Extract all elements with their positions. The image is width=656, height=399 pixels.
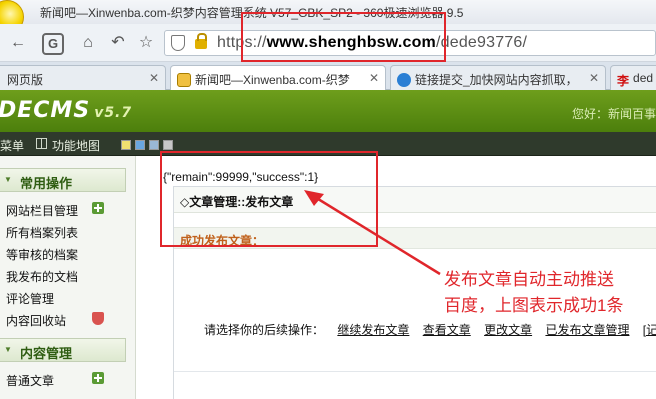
tab-link-submit[interactable]: 链接提交_加快网站内容抓取， ✕ xyxy=(390,65,606,90)
undo-icon[interactable]: ↶ xyxy=(108,33,128,53)
sidebar-item-pending-archives[interactable]: 等审核的档案 xyxy=(6,246,78,263)
sidebar-item-my-documents[interactable]: 我发布的文档 xyxy=(6,268,78,285)
sidebar: 常用操作 网站栏目管理 所有档案列表 等审核的档案 我发布的文档 评论管理 内容… xyxy=(0,156,136,399)
sidebar-item-all-archives[interactable]: 所有档案列表 xyxy=(6,224,78,241)
tab-ded[interactable]: 李 ded xyxy=(610,65,656,90)
sidebar-item-comments[interactable]: 评论管理 xyxy=(6,290,54,307)
followup-ops: 请选择你的后续操作： 继续发布文章 查看文章 更改文章 已发布文章管理 [记 xyxy=(204,321,656,338)
more-link[interactable]: [记 xyxy=(643,323,656,337)
lock-icon xyxy=(195,33,207,49)
section-label: 内容管理 xyxy=(20,346,73,361)
annotation-arrow xyxy=(304,190,441,276)
sidebar-item-normal-article[interactable]: 普通文章 xyxy=(6,372,54,389)
tab-label: 链接提交_加快网站内容抓取， xyxy=(415,73,578,87)
brand-version: v5.7 xyxy=(94,105,133,121)
shield-icon[interactable] xyxy=(92,312,104,325)
menu-toggle[interactable]: 菜单 xyxy=(0,137,24,154)
cms-header: DECMS v5.7 您好：新闻百事 xyxy=(0,90,656,132)
li-favicon-icon: 李 xyxy=(617,74,630,88)
home-icon[interactable]: ⌂ xyxy=(78,33,98,53)
sidebar-item-recycle-bin[interactable]: 内容回收站 xyxy=(6,312,66,329)
tab-label: 新闻吧—Xinwenba.com-织梦 xyxy=(195,73,350,87)
section-label: 常用操作 xyxy=(20,176,73,191)
close-icon[interactable]: ✕ xyxy=(149,71,159,85)
continue-publish-link[interactable]: 继续发布文章 xyxy=(337,323,409,337)
annotation-line-1: 发布文章自动主动推送 xyxy=(444,270,614,289)
cms-logo: DECMS v5.7 xyxy=(0,98,132,123)
url-path: /dede93776/ xyxy=(435,34,528,51)
dedecms-favicon-icon xyxy=(177,73,191,87)
add-icon[interactable] xyxy=(92,372,104,384)
tab-dedecms-admin[interactable]: 新闻吧—Xinwenba.com-织梦 ✕ xyxy=(170,65,386,90)
tab-label: 网页版 xyxy=(7,73,44,87)
security-shield-icon xyxy=(171,35,185,51)
published-articles-link[interactable]: 已发布文章管理 xyxy=(545,323,629,337)
baidu-favicon-icon xyxy=(397,73,411,87)
url-highlight-box xyxy=(241,12,446,62)
tab-strip: 网页版 ✕ 新闻吧—Xinwenba.com-织梦 ✕ 链接提交_加快网站内容抓… xyxy=(0,62,656,90)
skin-swatch-blue[interactable] xyxy=(135,140,145,150)
add-icon[interactable] xyxy=(92,202,104,214)
sidebar-section-common[interactable]: 常用操作 xyxy=(0,168,126,192)
tab-web-version[interactable]: 网页版 ✕ xyxy=(0,65,166,90)
skin-swatch-gray[interactable] xyxy=(163,140,173,150)
skin-swatch-yellow[interactable] xyxy=(121,140,131,150)
reload-g-icon[interactable]: G xyxy=(42,33,64,55)
skin-swatch-lightblue[interactable] xyxy=(149,140,159,150)
view-article-link[interactable]: 查看文章 xyxy=(423,323,471,337)
welcome-text: 您好：新闻百事 xyxy=(572,107,656,121)
screenshot-root: 新闻吧—Xinwenba.com-织梦内容管理系统 V57_GBK_SP2 - … xyxy=(0,0,656,399)
ops-prompt: 请选择你的后续操作： xyxy=(204,323,325,337)
sidebar-section-content[interactable]: 内容管理 xyxy=(0,338,126,362)
close-icon[interactable]: ✕ xyxy=(369,71,379,85)
sidebar-item-column-manage[interactable]: 网站栏目管理 xyxy=(6,202,78,219)
close-icon[interactable]: ✕ xyxy=(589,71,599,85)
edit-article-link[interactable]: 更改文章 xyxy=(484,323,532,337)
tab-label: ded xyxy=(633,71,654,85)
panel-divider xyxy=(174,371,656,372)
back-arrow-icon[interactable]: ← xyxy=(8,33,28,53)
annotation-line-2: 百度，上图表示成功1条 xyxy=(444,296,624,315)
map-icon xyxy=(36,138,47,149)
brand-name: DECMS xyxy=(0,98,91,123)
favorite-star-icon[interactable]: ☆ xyxy=(136,33,156,53)
function-map-link[interactable]: 功能地图 xyxy=(52,137,100,154)
